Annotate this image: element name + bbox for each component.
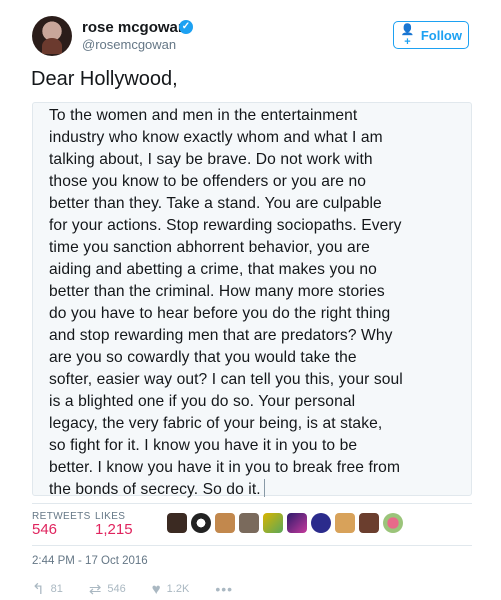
quote-line: so fight for it. I know you have it in y… <box>49 437 358 454</box>
liker-avatar[interactable] <box>263 513 283 533</box>
quoted-text-image[interactable]: To the women and men in the entertainmen… <box>32 102 472 498</box>
divider <box>32 503 472 504</box>
quote-line: legacy, the very fabric of your being, i… <box>49 415 383 432</box>
liker-avatar[interactable] <box>311 513 331 533</box>
more-dots-icon[interactable]: ••• <box>215 581 233 597</box>
quote-line: industry who know exactly whom and what … <box>49 129 383 146</box>
divider <box>32 545 472 546</box>
quote-line: To the women and men in the entertainmen… <box>49 107 358 124</box>
reply-icon: ↰ <box>32 581 45 598</box>
user-handle[interactable]: @rosemcgowan <box>82 37 176 52</box>
quote-line: is a blighted one if you do so. Your per… <box>49 393 356 410</box>
like-count: 1.2K <box>166 583 190 595</box>
retweet-button[interactable]: ⇄ 546 <box>89 580 126 598</box>
quote-line: talking about, I say be brave. Do not wo… <box>49 151 373 168</box>
verified-badge-icon: ✓ <box>179 20 193 34</box>
reply-button[interactable]: ↰ 81 <box>32 580 63 598</box>
reply-count: 81 <box>50 583 63 595</box>
quote-line: better than the criminal. How many more … <box>49 283 385 300</box>
liker-avatar[interactable] <box>383 513 403 533</box>
liker-avatar[interactable] <box>335 513 355 533</box>
quote-line-last: the bonds of secrecy. So do it. <box>49 479 455 501</box>
quote-line: softer, easier way out? I can tell you t… <box>49 371 403 388</box>
quote-line: better than they. Take a stand. You are … <box>49 195 382 212</box>
liker-avatar[interactable] <box>167 513 187 533</box>
text-caret <box>263 479 265 497</box>
tweet-actions: ↰ 81 ⇄ 546 ♥ 1.2K ••• <box>32 580 233 599</box>
quote-line-text: the bonds of secrecy. So do it. <box>49 481 261 498</box>
quote-line: for your actions. Stop rewarding sociopa… <box>49 217 402 234</box>
liker-avatar[interactable] <box>359 513 379 533</box>
add-user-icon: 👤+ <box>400 23 415 48</box>
quote-line: are you so cowardly that you would take … <box>49 349 357 366</box>
liker-avatar[interactable] <box>215 513 235 533</box>
retweets-count[interactable]: 546 <box>32 521 57 538</box>
liker-avatar[interactable] <box>239 513 259 533</box>
quote-line: aiding and abetting a crime, that makes … <box>49 261 377 278</box>
avatar[interactable] <box>32 16 72 56</box>
user-name[interactable]: rose mcgowan <box>82 19 187 36</box>
tweet-timestamp[interactable]: 2:44 PM - 17 Oct 2016 <box>32 555 148 567</box>
quote-line: do you have to hear before you do the ri… <box>49 305 391 322</box>
follow-button[interactable]: 👤+ Follow <box>393 21 469 49</box>
tweet-text: Dear Hollywood, <box>31 68 178 90</box>
liker-avatar[interactable] <box>287 513 307 533</box>
heart-icon: ♥ <box>151 580 161 598</box>
likers-avatars <box>167 513 403 533</box>
liker-avatar[interactable] <box>191 513 211 533</box>
quote-line: and stop rewarding men that are predator… <box>49 327 393 344</box>
retweet-icon: ⇄ <box>88 581 102 598</box>
likes-count[interactable]: 1,215 <box>95 521 133 538</box>
retweet-count: 546 <box>107 583 126 595</box>
quote-line: better. I know you have it in you to bre… <box>49 459 401 476</box>
quote-line: those you know to be offenders or you ar… <box>49 173 367 190</box>
like-button[interactable]: ♥ 1.2K <box>152 581 190 598</box>
quote-line: time you sanction abhorrent behavior, yo… <box>49 239 370 256</box>
follow-label: Follow <box>420 27 462 43</box>
